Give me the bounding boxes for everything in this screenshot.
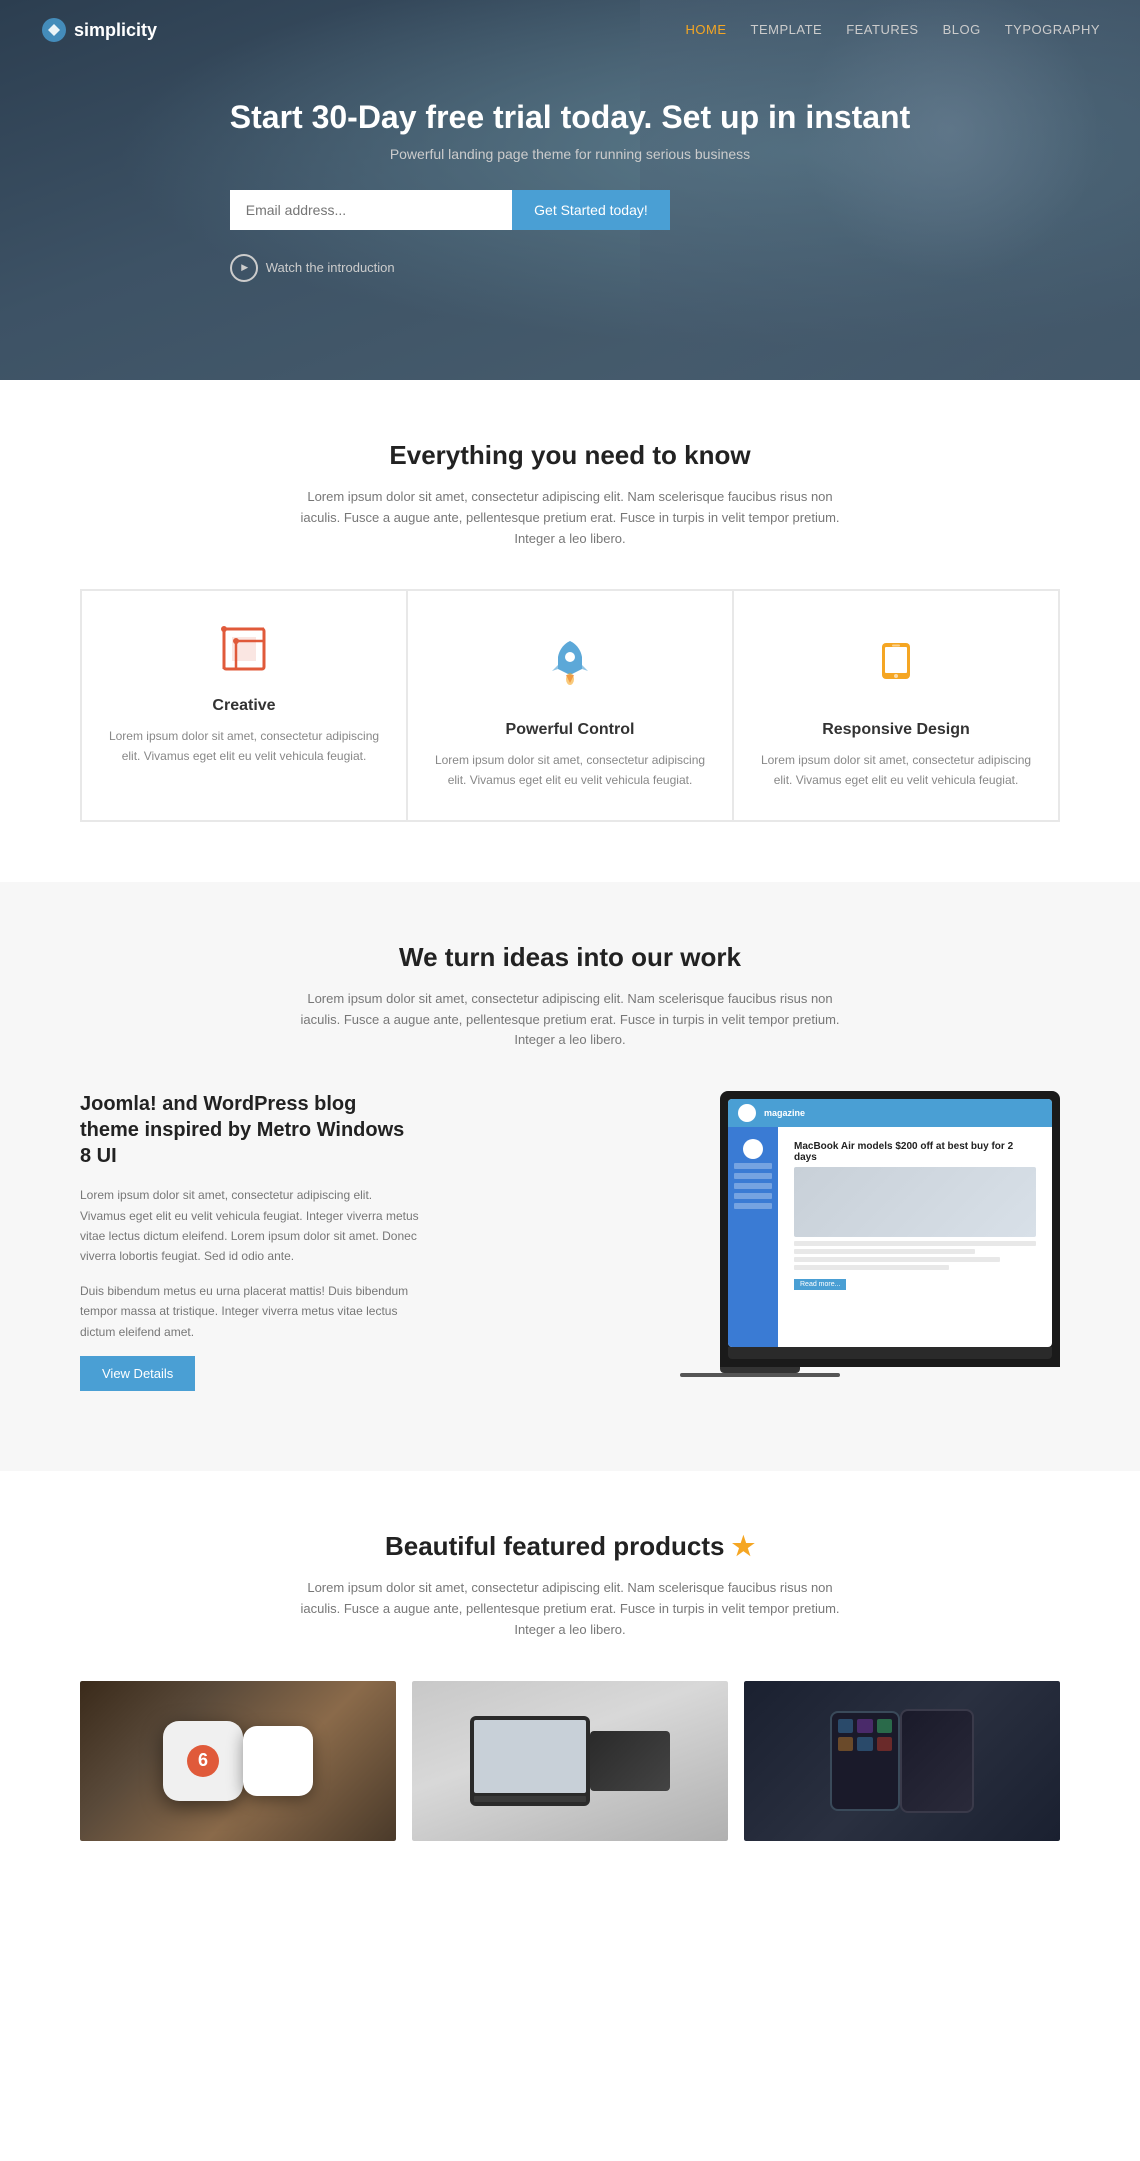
email-input[interactable] <box>230 190 512 230</box>
products-grid: 6 <box>80 1681 1060 1841</box>
hero-subtext: Powerful landing page theme for running … <box>230 146 910 162</box>
hero-content: Start 30-Day free trial today. Set up in… <box>230 99 910 282</box>
watch-intro[interactable]: Watch the introduction <box>230 254 910 282</box>
ideas-description: Lorem ipsum dolor sit amet, consectetur … <box>290 989 850 1051</box>
laptop-foot <box>680 1373 840 1377</box>
ideas-left-heading: Joomla! and WordPress blog theme inspire… <box>80 1091 420 1169</box>
ideas-text: Joomla! and WordPress blog theme inspire… <box>80 1091 420 1391</box>
features-grid: Creative Lorem ipsum dolor sit amet, con… <box>80 589 1060 821</box>
rocket-icon <box>530 621 610 701</box>
navbar: simplicity HOME TEMPLATE FEATURES BLOG T… <box>0 0 1140 60</box>
screen-article-title: MacBook Air models $200 off at best buy … <box>786 1135 1044 1163</box>
device-logo: 6 <box>187 1745 219 1777</box>
screen-readmore[interactable]: Read more... <box>794 1279 846 1290</box>
view-details-button[interactable]: View Details <box>80 1356 195 1391</box>
device-laptop <box>470 1716 590 1806</box>
screen-brand: magazine <box>764 1108 805 1118</box>
nav-typography[interactable]: TYPOGRAPHY <box>1005 22 1100 37</box>
screen-text-line <box>794 1241 1036 1246</box>
laptop-mockup-container: magazine MacBook Air models $200 of <box>460 1091 1060 1411</box>
screen-text-line <box>794 1249 975 1254</box>
feature-text-control: Lorem ipsum dolor sit amet, consectetur … <box>432 751 708 789</box>
play-icon[interactable] <box>230 254 258 282</box>
sidebar-link <box>734 1163 772 1169</box>
screen-main: MacBook Air models $200 off at best buy … <box>778 1127 1052 1347</box>
product-card-1[interactable]: 6 <box>80 1681 396 1841</box>
product-image-3 <box>744 1681 1060 1841</box>
screen-body: MacBook Air models $200 off at best buy … <box>728 1127 1052 1347</box>
screen-header: magazine <box>728 1099 1052 1127</box>
product-card-2[interactable] <box>412 1681 728 1841</box>
crop-icon <box>216 621 272 677</box>
nav-features[interactable]: FEATURES <box>846 22 918 37</box>
laptop-mockup: magazine MacBook Air models $200 of <box>720 1091 1060 1367</box>
products-title: Beautiful featured products ★ <box>80 1531 1060 1562</box>
star-icon: ★ <box>732 1531 755 1561</box>
feature-title-creative: Creative <box>106 697 382 715</box>
screen-text-line <box>794 1265 949 1270</box>
feature-card-control: Powerful Control Lorem ipsum dolor sit a… <box>407 590 733 820</box>
feature-text-creative: Lorem ipsum dolor sit amet, consectetur … <box>106 727 382 765</box>
nav-links: HOME TEMPLATE FEATURES BLOG TYPOGRAPHY <box>686 21 1100 39</box>
screen-text-line <box>794 1257 1000 1262</box>
ideas-title: We turn ideas into our work <box>80 942 1060 973</box>
ideas-para2: Duis bibendum metus eu urna placerat mat… <box>80 1281 420 1342</box>
laptop-screen: magazine MacBook Air models $200 of <box>728 1099 1052 1347</box>
feature-card-responsive: Responsive Design Lorem ipsum dolor sit … <box>733 590 1059 820</box>
sidebar-item <box>743 1139 763 1159</box>
features-title: Everything you need to know <box>80 440 1060 471</box>
nav-template[interactable]: TEMPLATE <box>751 22 823 37</box>
sidebar-link <box>734 1193 772 1199</box>
sidebar <box>728 1127 778 1347</box>
ideas-header: We turn ideas into our work Lorem ipsum … <box>80 942 1060 1051</box>
device-tablet <box>830 1711 900 1811</box>
sidebar-link <box>734 1203 772 1209</box>
feature-text-responsive: Lorem ipsum dolor sit amet, consectetur … <box>758 751 1034 789</box>
features-description: Lorem ipsum dolor sit amet, consectetur … <box>290 487 850 549</box>
product-image-2 <box>412 1681 728 1841</box>
nav-home[interactable]: HOME <box>686 22 727 37</box>
get-started-button[interactable]: Get Started today! <box>512 190 670 230</box>
phone-icon <box>856 621 936 701</box>
laptop-base <box>728 1347 1052 1359</box>
ideas-para1: Lorem ipsum dolor sit amet, consectetur … <box>80 1185 420 1267</box>
screen-logo <box>738 1104 756 1122</box>
ideas-section: We turn ideas into our work Lorem ipsum … <box>0 882 1140 1471</box>
products-description: Lorem ipsum dolor sit amet, consectetur … <box>290 1578 850 1640</box>
nav-blog[interactable]: BLOG <box>943 22 981 37</box>
logo[interactable]: simplicity <box>40 16 157 44</box>
product-card-3[interactable] <box>744 1681 1060 1841</box>
feature-card-creative: Creative Lorem ipsum dolor sit amet, con… <box>81 590 407 820</box>
ideas-content: Joomla! and WordPress blog theme inspire… <box>80 1091 1060 1411</box>
hero-form: Get Started today! <box>230 190 670 230</box>
screen-article-image <box>794 1167 1036 1237</box>
feature-title-responsive: Responsive Design <box>758 721 1034 739</box>
hero-headline: Start 30-Day free trial today. Set up in… <box>230 99 910 136</box>
device-shape: 6 <box>163 1721 243 1801</box>
features-section: Everything you need to know Lorem ipsum … <box>0 380 1140 882</box>
sidebar-link <box>734 1183 772 1189</box>
product-image-1: 6 <box>80 1681 396 1841</box>
watch-text: Watch the introduction <box>266 260 395 275</box>
feature-title-control: Powerful Control <box>432 721 708 739</box>
sidebar-link <box>734 1173 772 1179</box>
products-section: Beautiful featured products ★ Lorem ipsu… <box>0 1471 1140 1900</box>
